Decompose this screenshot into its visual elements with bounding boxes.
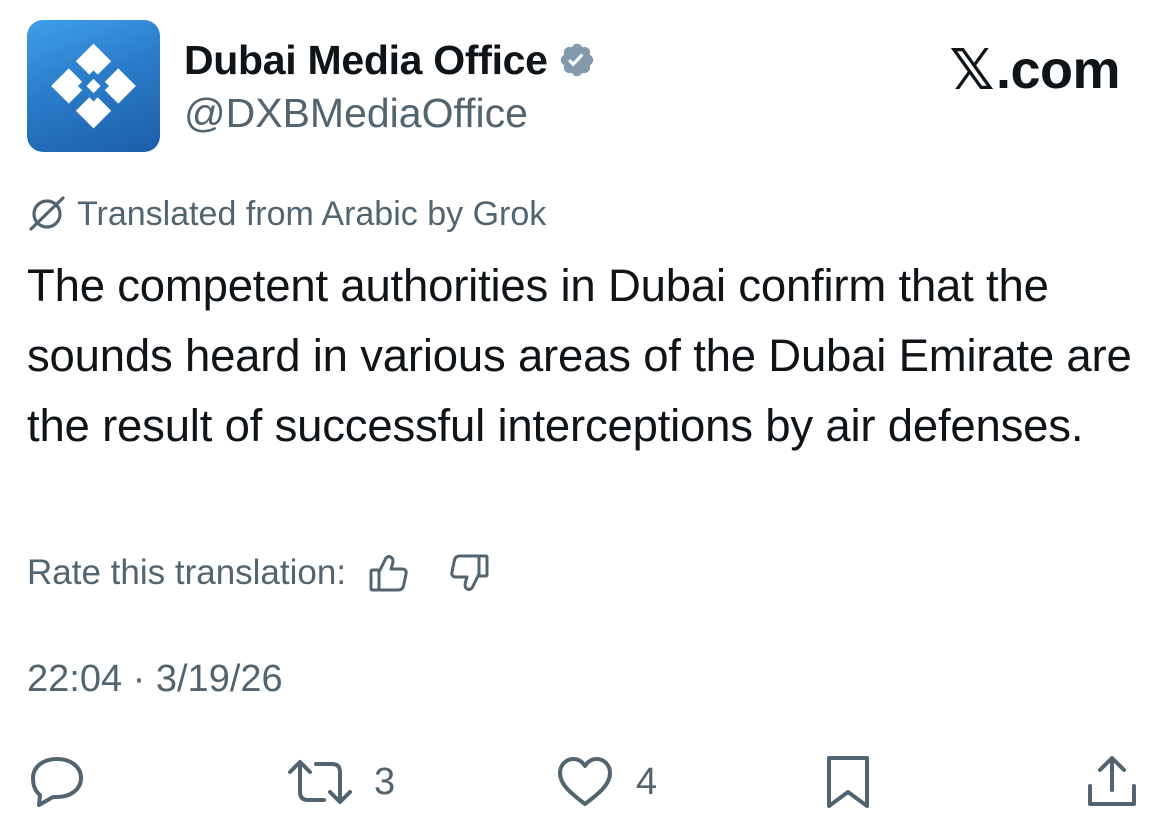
author-display-name[interactable]: Dubai Media Office [184,36,596,84]
verified-badge-icon [558,41,596,79]
repost-count: 3 [374,760,396,803]
like-button[interactable]: 4 [554,752,657,812]
dubai-media-office-logo [51,43,136,129]
brand-suffix: .com [995,40,1121,100]
reply-button[interactable] [28,752,86,812]
avatar[interactable] [27,20,160,152]
action-bar: 3 4 [0,752,1170,812]
share-button[interactable] [1084,752,1140,812]
thumbs-up-icon[interactable] [368,553,410,593]
x-com-logo: 𝕏 .com [949,38,1120,102]
tweet-text: The competent authorities in Dubai confi… [27,260,1132,451]
translation-label: Translated from Arabic by Grok [77,195,547,233]
share-icon [1088,756,1136,806]
heart-icon [558,757,612,806]
author-handle[interactable]: @DXBMediaOffice [184,88,528,138]
like-count: 4 [636,760,658,803]
translation-notice: Translated from Arabic by Grok [27,194,546,234]
author-name-text: Dubai Media Office [184,37,548,83]
rate-label: Rate this translation: [27,553,347,592]
reply-icon [31,757,83,807]
bookmark-icon [827,756,869,808]
tweet-timestamp[interactable]: 22:04 · 3/19/26 [27,657,283,701]
grok-icon [29,196,65,231]
repost-icon [288,760,352,804]
rate-translation: Rate this translation: [27,552,490,594]
bookmark-button[interactable] [822,752,874,812]
thumbs-down-icon[interactable] [448,553,490,593]
repost-button[interactable]: 3 [286,752,395,812]
x-logo-icon: 𝕏 [949,38,994,101]
